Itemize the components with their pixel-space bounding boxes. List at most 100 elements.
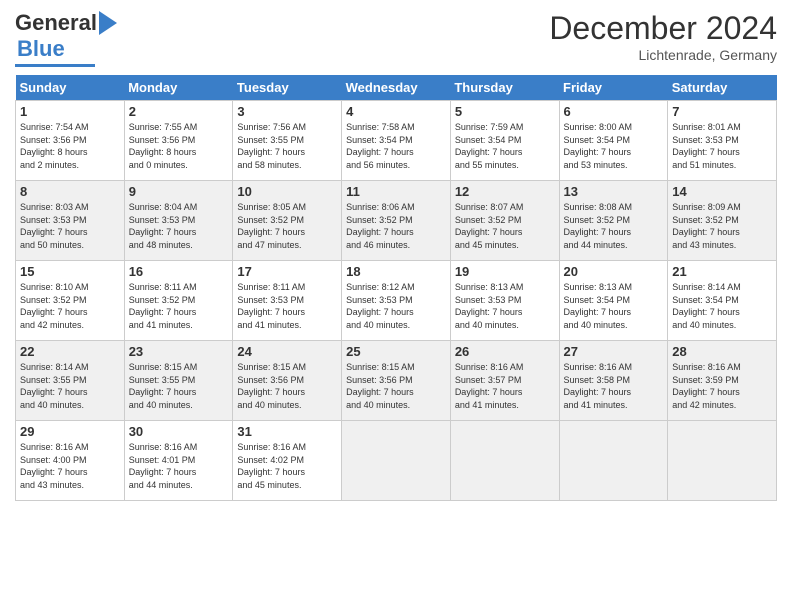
day-number: 6 [564,104,664,119]
day-info: Sunrise: 8:16 AMSunset: 4:00 PMDaylight:… [20,441,120,491]
calendar-cell: 6Sunrise: 8:00 AMSunset: 3:54 PMDaylight… [559,101,668,181]
day-number: 1 [20,104,120,119]
day-info: Sunrise: 7:58 AMSunset: 3:54 PMDaylight:… [346,121,446,171]
calendar-cell [450,421,559,501]
calendar-cell: 16 Sunrise: 8:11 AMSunset: 3:52 PMDayligh… [124,261,233,341]
calendar-cell: 9 Sunrise: 8:04 AMSunset: 3:53 PMDaylight… [124,181,233,261]
day-number: 26 [455,344,555,359]
calendar-row: 15Sunrise: 8:10 AMSunset: 3:52 PMDayligh… [16,261,777,341]
day-info: Sunrise: 8:07 AMSunset: 3:52 PMDaylight:… [455,201,555,251]
header-row: Sunday Monday Tuesday Wednesday Thursday… [16,75,777,101]
day-number: 16 [129,264,229,279]
day-number: 10 [237,184,337,199]
day-number: 3 [237,104,337,119]
day-info: Sunrise: 7:54 AMSunset: 3:56 PMDaylight:… [20,121,120,171]
day-info: Sunrise: 8:15 AMSunset: 3:55 PMDaylight:… [129,361,229,411]
day-info: Sunrise: 8:16 AMSunset: 4:01 PMDaylight:… [129,441,229,491]
header: General Blue December 2024 Lichtenrade, … [15,10,777,67]
col-friday: Friday [559,75,668,101]
day-number: 25 [346,344,446,359]
day-info: Sunrise: 8:04 AMSunset: 3:53 PMDaylight:… [129,201,229,251]
col-wednesday: Wednesday [342,75,451,101]
logo-underline [15,64,95,67]
day-number: 14 [672,184,772,199]
day-number: 24 [237,344,337,359]
day-number: 2 [129,104,229,119]
day-number: 19 [455,264,555,279]
col-thursday: Thursday [450,75,559,101]
calendar-cell: 8 Sunrise: 8:03 AMSunset: 3:53 PMDaylight… [16,181,125,261]
day-info: Sunrise: 7:56 AMSunset: 3:55 PMDaylight:… [237,121,337,171]
logo-arrow-icon [99,11,117,35]
calendar-cell: 4 Sunrise: 7:58 AMSunset: 3:54 PMDaylight… [342,101,451,181]
day-info: Sunrise: 8:08 AMSunset: 3:52 PMDaylight:… [564,201,664,251]
day-number: 27 [564,344,664,359]
day-number: 31 [237,424,337,439]
calendar-cell: 19 Sunrise: 8:13 AMSunset: 3:53 PMDayligh… [450,261,559,341]
day-info: Sunrise: 8:11 AMSunset: 3:52 PMDaylight:… [129,281,229,331]
day-number: 28 [672,344,772,359]
day-number: 20 [564,264,664,279]
calendar-cell: 27Sunrise: 8:16 AMSunset: 3:58 PMDayligh… [559,341,668,421]
day-info: Sunrise: 8:05 AMSunset: 3:52 PMDaylight:… [237,201,337,251]
day-info: Sunrise: 8:16 AMSunset: 3:59 PMDaylight:… [672,361,772,411]
day-info: Sunrise: 8:15 AMSunset: 3:56 PMDaylight:… [346,361,446,411]
calendar-cell: 5 Sunrise: 7:59 AMSunset: 3:54 PMDaylight… [450,101,559,181]
calendar-cell: 1 Sunrise: 7:54 AMSunset: 3:56 PMDaylight… [16,101,125,181]
logo: General Blue [15,10,117,67]
day-number: 30 [129,424,229,439]
day-info: Sunrise: 7:59 AMSunset: 3:54 PMDaylight:… [455,121,555,171]
day-info: Sunrise: 8:12 AMSunset: 3:53 PMDaylight:… [346,281,446,331]
day-info: Sunrise: 8:03 AMSunset: 3:53 PMDaylight:… [20,201,120,251]
day-number: 17 [237,264,337,279]
calendar-cell: 12 Sunrise: 8:07 AMSunset: 3:52 PMDayligh… [450,181,559,261]
col-saturday: Saturday [668,75,777,101]
day-info: Sunrise: 8:13 AMSunset: 3:54 PMDaylight:… [564,281,664,331]
day-info: Sunrise: 8:16 AMSunset: 4:02 PMDaylight:… [237,441,337,491]
day-info: Sunrise: 8:13 AMSunset: 3:53 PMDaylight:… [455,281,555,331]
calendar-cell: 3 Sunrise: 7:56 AMSunset: 3:55 PMDaylight… [233,101,342,181]
calendar-cell [559,421,668,501]
calendar-cell [668,421,777,501]
calendar-row: 29 Sunrise: 8:16 AMSunset: 4:00 PMDayligh… [16,421,777,501]
day-number: 9 [129,184,229,199]
day-info: Sunrise: 8:14 AMSunset: 3:55 PMDaylight:… [20,361,120,411]
day-info: Sunrise: 8:14 AMSunset: 3:54 PMDaylight:… [672,281,772,331]
month-title: December 2024 [549,10,777,47]
calendar-cell: 7Sunrise: 8:01 AMSunset: 3:53 PMDaylight… [668,101,777,181]
col-tuesday: Tuesday [233,75,342,101]
day-number: 11 [346,184,446,199]
calendar-cell: 18Sunrise: 8:12 AMSunset: 3:53 PMDayligh… [342,261,451,341]
logo-blue: Blue [17,36,65,62]
day-number: 8 [20,184,120,199]
calendar-cell: 24 Sunrise: 8:15 AMSunset: 3:56 PMDayligh… [233,341,342,421]
calendar-cell: 17 Sunrise: 8:11 AMSunset: 3:53 PMDayligh… [233,261,342,341]
calendar-cell: 14Sunrise: 8:09 AMSunset: 3:52 PMDayligh… [668,181,777,261]
calendar-cell [342,421,451,501]
calendar-cell: 15Sunrise: 8:10 AMSunset: 3:52 PMDayligh… [16,261,125,341]
calendar-cell: 26Sunrise: 8:16 AMSunset: 3:57 PMDayligh… [450,341,559,421]
calendar-cell: 28 Sunrise: 8:16 AMSunset: 3:59 PMDayligh… [668,341,777,421]
day-info: Sunrise: 8:11 AMSunset: 3:53 PMDaylight:… [237,281,337,331]
day-number: 4 [346,104,446,119]
day-number: 13 [564,184,664,199]
calendar-table: Sunday Monday Tuesday Wednesday Thursday… [15,75,777,501]
calendar-cell: 31 Sunrise: 8:16 AMSunset: 4:02 PMDayligh… [233,421,342,501]
calendar-row: 8 Sunrise: 8:03 AMSunset: 3:53 PMDaylight… [16,181,777,261]
col-monday: Monday [124,75,233,101]
calendar-cell: 29 Sunrise: 8:16 AMSunset: 4:00 PMDayligh… [16,421,125,501]
day-info: Sunrise: 7:55 AMSunset: 3:56 PMDaylight:… [129,121,229,171]
col-sunday: Sunday [16,75,125,101]
day-info: Sunrise: 8:06 AMSunset: 3:52 PMDaylight:… [346,201,446,251]
calendar-cell: 20 Sunrise: 8:13 AMSunset: 3:54 PMDayligh… [559,261,668,341]
day-number: 29 [20,424,120,439]
day-info: Sunrise: 8:10 AMSunset: 3:52 PMDaylight:… [20,281,120,331]
day-number: 12 [455,184,555,199]
day-number: 22 [20,344,120,359]
day-number: 5 [455,104,555,119]
location: Lichtenrade, Germany [549,47,777,63]
day-info: Sunrise: 8:15 AMSunset: 3:56 PMDaylight:… [237,361,337,411]
calendar-cell: 30 Sunrise: 8:16 AMSunset: 4:01 PMDayligh… [124,421,233,501]
calendar-cell: 13 Sunrise: 8:08 AMSunset: 3:52 PMDayligh… [559,181,668,261]
calendar-cell: 23Sunrise: 8:15 AMSunset: 3:55 PMDayligh… [124,341,233,421]
